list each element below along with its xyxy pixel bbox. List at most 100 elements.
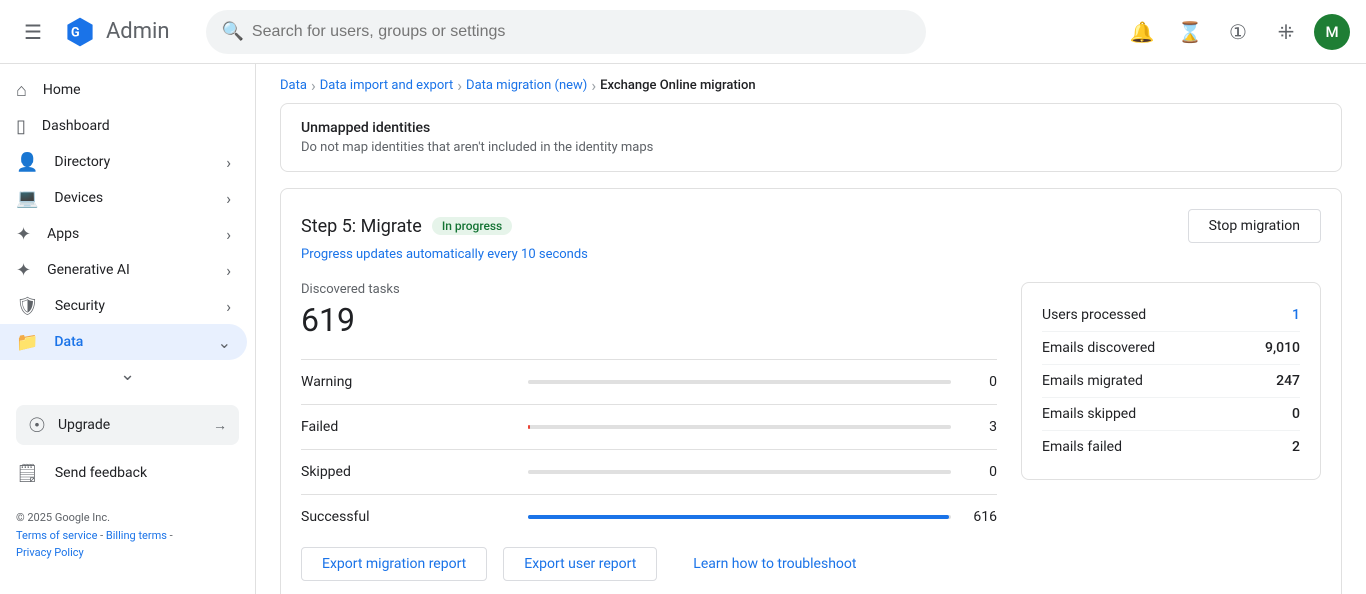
task-row-warning: Warning 0 [301,359,997,404]
task-bar-warning [528,380,951,384]
stat-emails-skipped: Emails skipped 0 [1042,398,1300,431]
sidebar-item-label: Data [54,334,83,350]
step-title-row: Step 5: Migrate In progress [301,216,512,237]
sidebar-bottom: ☉ Upgrade → 🗒 Send feedback © 2025 Googl… [0,389,255,586]
task-bar-successful [528,515,951,519]
apps-icon: ✦ [16,224,31,245]
task-label-failed: Failed [301,419,512,435]
svg-text:G: G [71,25,80,40]
discovered-label: Discovered tasks [301,282,997,297]
upgrade-section[interactable]: ☉ Upgrade → [16,405,239,445]
action-buttons: Export migration report Export user repo… [301,539,1321,581]
task-row-successful: Successful 616 [301,494,997,539]
breadcrumb-import-export[interactable]: Data import and export [320,78,453,93]
unmapped-title: Unmapped identities [301,120,1321,136]
export-user-report-button[interactable]: Export user report [503,547,657,581]
main-content: Data › Data import and export › Data mig… [256,64,1366,594]
stat-label-emails-skipped: Emails skipped [1042,406,1136,422]
search-icon: 🔍 [222,21,244,42]
discovered-tasks: Discovered tasks 619 [301,282,997,339]
directory-icon: 👤 [16,152,38,173]
breadcrumb-current: Exchange Online migration [600,78,755,93]
devices-icon: 💻 [16,188,38,209]
stat-emails-failed: Emails failed 2 [1042,431,1300,463]
sidebar-item-apps[interactable]: ✦ Apps › [0,216,247,252]
stat-value-emails-skipped: 0 [1292,406,1300,422]
app-title: Admin [106,19,170,44]
sidebar-item-directory[interactable]: 👤 Directory › [0,144,247,180]
sidebar-item-label: Home [43,82,81,98]
topbar-actions: 🔔 ⌛ ① ⁜ M [1122,12,1350,52]
task-value-warning: 0 [967,374,997,390]
breadcrumb-migration-new[interactable]: Data migration (new) [466,78,587,93]
task-label-skipped: Skipped [301,464,512,480]
task-row-skipped: Skipped 0 [301,449,997,494]
sidebar-item-generative-ai[interactable]: ✦ Generative AI › [0,252,247,288]
step-status-badge: In progress [432,217,512,235]
sidebar-item-home[interactable]: ⌂ Home [0,72,247,108]
stat-value-discovered: 9,010 [1265,340,1300,356]
sidebar-item-security[interactable]: 🛡 Security › [0,288,247,324]
stat-emails-migrated: Emails migrated 247 [1042,365,1300,398]
menu-icon[interactable]: ☰ [16,12,50,52]
task-bar-skipped [528,470,951,474]
stat-label-discovered: Emails discovered [1042,340,1155,356]
learn-troubleshoot-link[interactable]: Learn how to troubleshoot [673,547,876,581]
breadcrumb: Data › Data import and export › Data mig… [256,64,1366,103]
apps-grid-icon[interactable]: ⁜ [1266,12,1306,52]
billing-link[interactable]: Billing terms [106,529,167,542]
stat-label-migrated: Emails migrated [1042,373,1143,389]
terms-link[interactable]: Terms of service [16,529,97,542]
breadcrumb-chevron-2: › [457,76,462,95]
sidebar-footer: © 2025 Google Inc. Terms of service - Bi… [0,493,255,578]
upgrade-arrow-icon: → [213,417,227,434]
search-input[interactable] [252,23,910,41]
breadcrumb-data[interactable]: Data [280,78,307,93]
stat-label-users: Users processed [1042,307,1146,323]
home-icon: ⌂ [16,80,27,101]
notifications-icon[interactable]: 🔔 [1122,12,1162,52]
send-feedback-item[interactable]: 🗒 Send feedback [0,453,255,493]
upgrade-icon: ☉ [28,413,46,437]
privacy-link[interactable]: Privacy Policy [16,546,84,559]
layout: ⌂ Home ▯ Dashboard 👤 Directory › 💻 Devic… [0,64,1366,594]
stats-left: Discovered tasks 619 Warning 0 [301,282,997,539]
stats-right-panel: Users processed 1 Emails discovered 9,01… [1021,282,1321,480]
unmapped-section: Unmapped identities Do not map identitie… [280,103,1342,172]
feedback-icon: 🗒 [16,463,39,484]
stat-emails-discovered: Emails discovered 9,010 [1042,332,1300,365]
topbar: ☰ G Admin 🔍 🔔 ⌛ ① ⁜ M [0,0,1366,64]
unmapped-description: Do not map identities that aren't includ… [301,140,1321,155]
upgrade-label: Upgrade [58,417,110,433]
step-title: Step 5: Migrate [301,216,422,237]
step-subtitle: Progress updates automatically every 10 … [301,247,1321,262]
chevron-right-icon: › [226,261,231,280]
task-label-successful: Successful [301,509,512,525]
sidebar: ⌂ Home ▯ Dashboard 👤 Directory › 💻 Devic… [0,64,256,594]
stop-migration-button[interactable]: Stop migration [1188,209,1321,243]
discovered-value: 619 [301,301,997,339]
copyright-text: © 2025 Google Inc. [16,511,110,524]
export-migration-report-button[interactable]: Export migration report [301,547,487,581]
avatar[interactable]: M [1314,14,1350,50]
help-icon[interactable]: ① [1218,12,1258,52]
search-bar[interactable]: 🔍 [206,10,926,54]
chevron-right-icon: › [226,189,231,208]
data-icon: 📁 [16,332,38,353]
sidebar-item-dashboard[interactable]: ▯ Dashboard [0,108,247,144]
task-bar-failed [528,425,951,429]
chevron-right-icon: › [226,297,231,316]
timer-icon[interactable]: ⌛ [1170,12,1210,52]
stat-users-processed: Users processed 1 [1042,299,1300,332]
sidebar-item-devices[interactable]: 💻 Devices › [0,180,247,216]
chevron-right-icon: › [226,153,231,172]
task-value-skipped: 0 [967,464,997,480]
sidebar-item-data[interactable]: 📁 Data ⌄ [0,324,247,360]
feedback-label: Send feedback [55,465,147,481]
sidebar-item-label: Generative AI [47,262,130,278]
task-bar-fill-successful [528,515,949,519]
collapse-icon[interactable]: ⌄ [120,364,135,385]
logo[interactable]: G Admin [62,14,170,50]
google-logo-icon: G [62,14,98,50]
dashboard-icon: ▯ [16,116,26,137]
